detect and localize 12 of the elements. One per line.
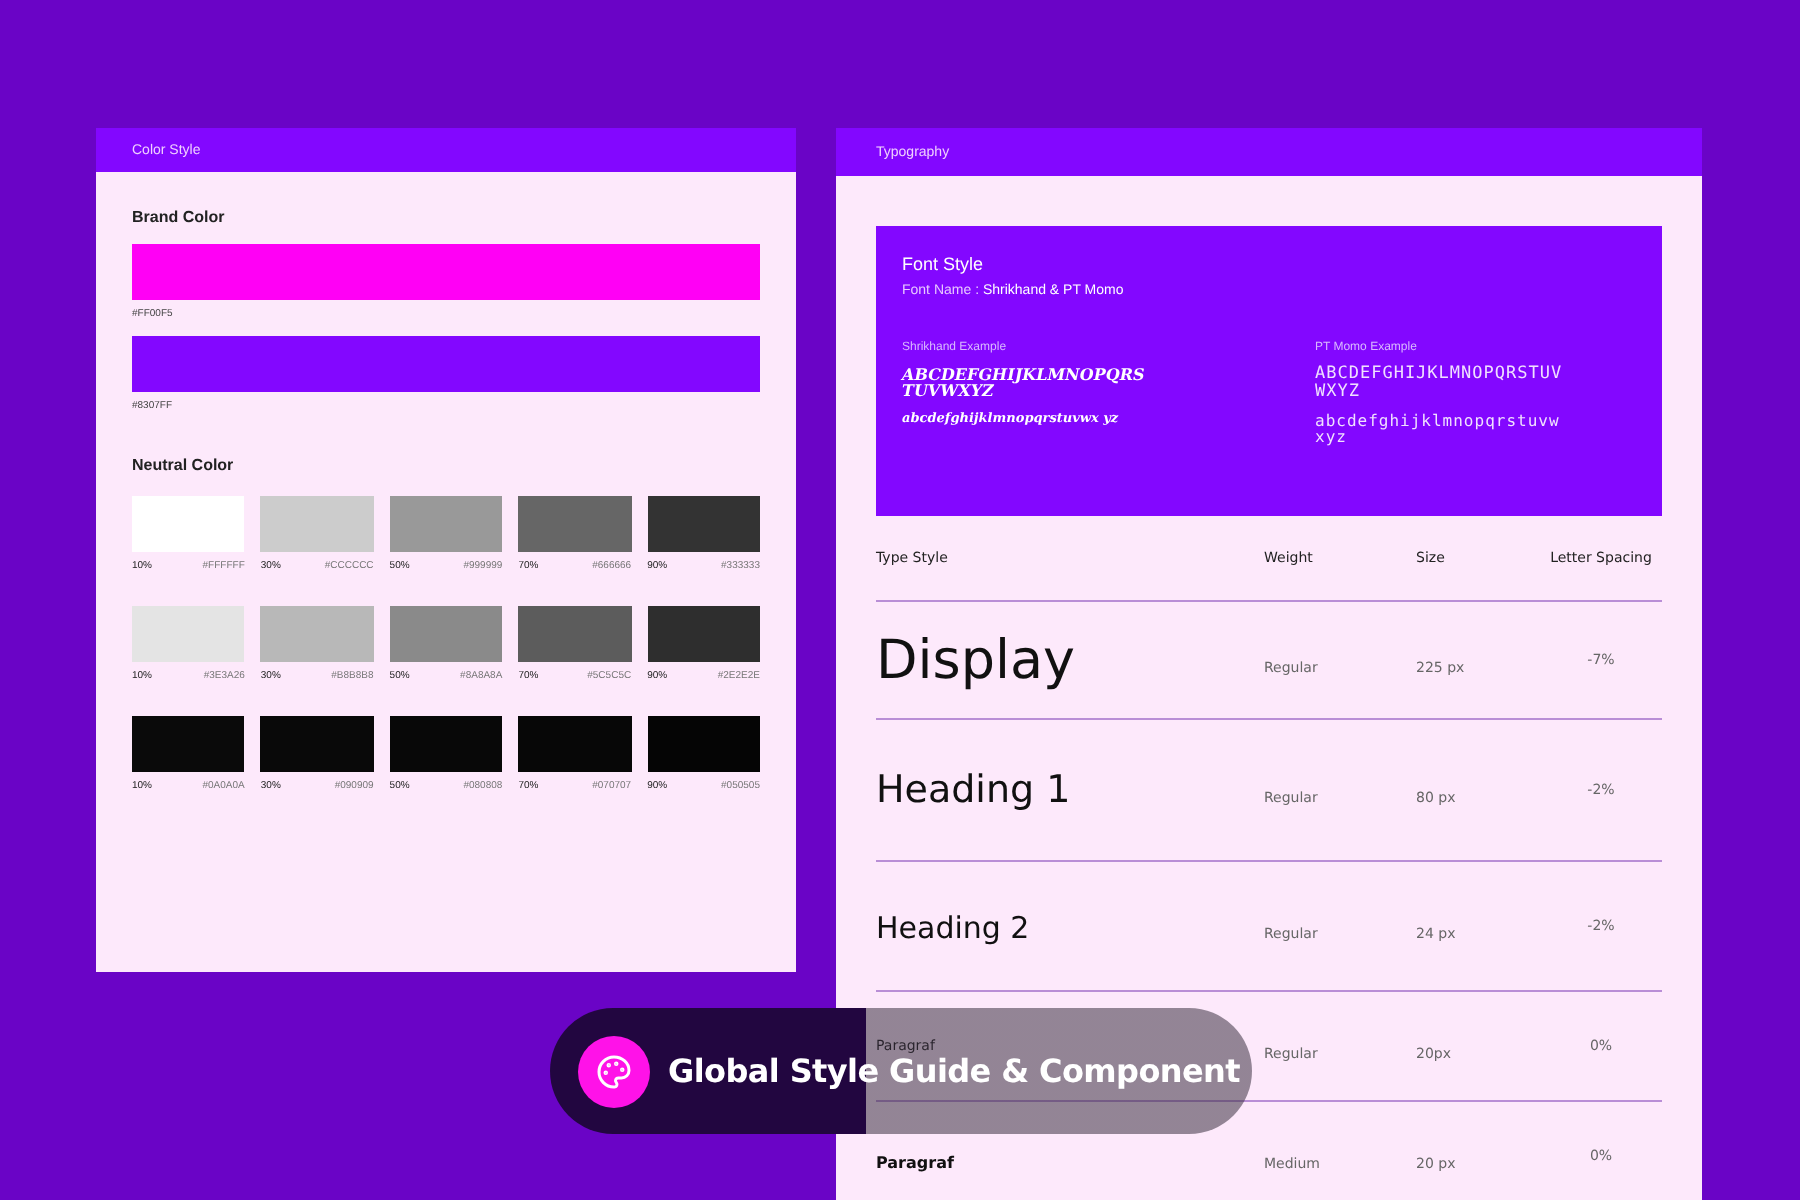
type-style-sample: Heading 2 [876, 909, 1030, 945]
type-style-sample: Heading 1 [876, 768, 1071, 812]
type-style-sample: Paragraf [876, 1153, 954, 1171]
type-style-sample: Display [876, 629, 1076, 691]
panel-heading: Font Style [902, 254, 986, 274]
section-heading: Brand Color [132, 208, 227, 226]
uppercase-sample: ABCDEFGHIJKLMNOPQRSTUV WXYZ [1315, 366, 1565, 402]
banner-title: Global Style Guide & Component [668, 1055, 1240, 1087]
palette-icon [578, 1035, 650, 1107]
section-heading: Neutral Color [132, 456, 236, 474]
uppercase-sample: ABCDEFGHIJKLMNOPQRS TUVWXYZ [902, 366, 1147, 400]
lowercase-sample: abcdefghijklmnopqrstuvw xyz [1315, 413, 1562, 448]
